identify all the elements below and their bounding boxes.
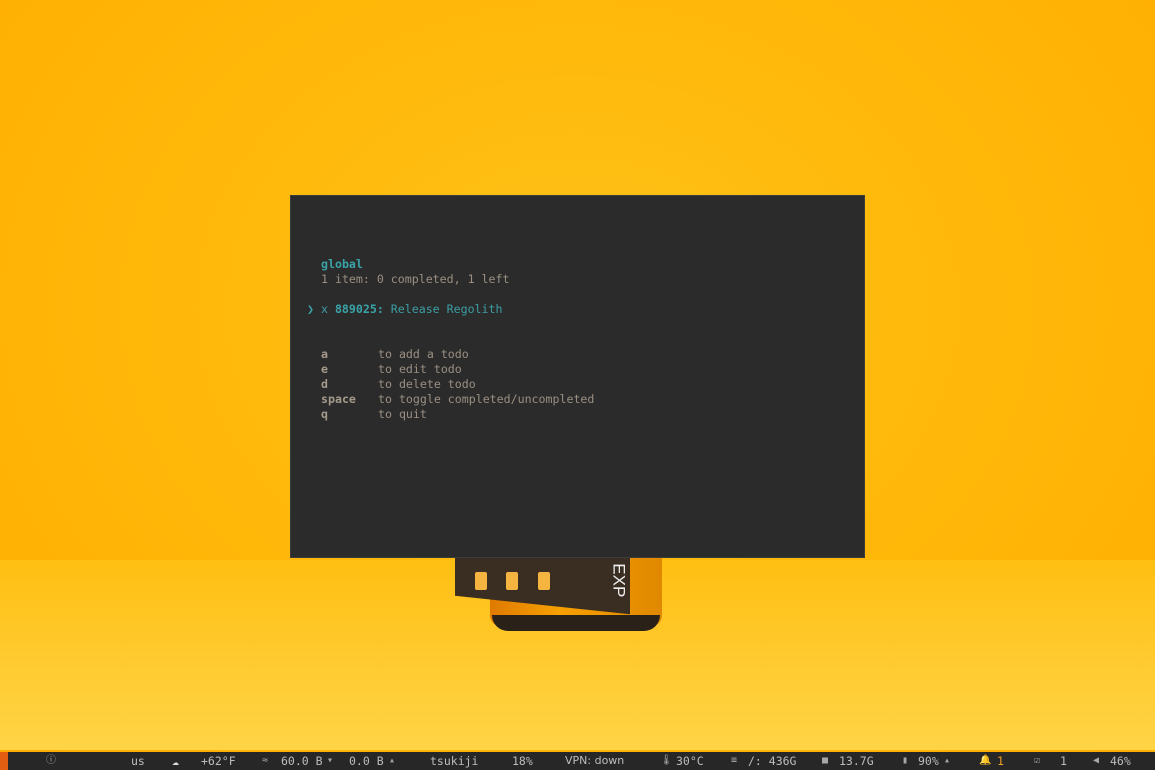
notification-count[interactable]: 1: [997, 752, 1004, 770]
terminal-window[interactable]: global 1 item: 0 completed, 1 left ❯ x 8…: [290, 195, 865, 558]
keyboard-layout[interactable]: us: [131, 752, 145, 770]
memory-usage: 13.7G: [839, 754, 874, 768]
temperature: 30°C: [676, 754, 704, 768]
memory-icon: ■: [822, 755, 829, 766]
help-key: e: [321, 362, 328, 376]
disk-usage: /: 436G: [748, 754, 797, 768]
help-desc: to add a todo: [378, 347, 469, 361]
net-up: 0.0 B: [349, 754, 384, 768]
battery-icon: ▮: [902, 755, 909, 766]
help-key: q: [321, 407, 328, 421]
todo-item[interactable]: ❯ x 889025: Release Regolith: [307, 302, 502, 317]
disk-icon: ≡: [731, 755, 738, 766]
film-hole: [475, 572, 487, 590]
wifi-icon: ≈: [262, 755, 269, 766]
help-row: e to edit todo: [321, 362, 462, 377]
film-canister-base: [492, 615, 660, 631]
info-icon[interactable]: ⓘ: [46, 752, 56, 770]
help-row: d to delete todo: [321, 377, 476, 392]
help-key: a: [321, 347, 328, 361]
help-row: space to toggle completed/uncompleted: [321, 392, 594, 407]
charging-icon: ▴: [944, 755, 951, 766]
thermometer-icon: 🌡: [660, 755, 673, 766]
film-hole: [506, 572, 518, 590]
help-desc: to delete todo: [378, 377, 476, 391]
volume-level[interactable]: 46%: [1110, 752, 1131, 770]
cpu-usage: 18%: [512, 754, 533, 768]
battery-level: 90%: [918, 754, 939, 768]
help-key: space: [321, 392, 356, 406]
weather-icon: ☁: [172, 754, 179, 768]
updates-count[interactable]: 1: [1060, 752, 1067, 770]
volume-icon[interactable]: ◀: [1093, 752, 1099, 770]
help-row: a to add a todo: [321, 347, 469, 362]
vpn-status[interactable]: VPN: down: [565, 752, 624, 770]
net-down: 60.0 B: [281, 754, 323, 768]
up-arrow-icon: ▴: [389, 755, 396, 766]
todo-id: 889025:: [334, 302, 384, 316]
todo-title: Release Regolith: [390, 302, 503, 316]
film-hole: [538, 572, 550, 590]
bell-icon[interactable]: 🔔: [979, 752, 991, 770]
workspace-indicator[interactable]: [0, 752, 8, 770]
list-summary: 1 item: 0 completed, 1 left: [321, 272, 510, 286]
hostname: tsukiji: [430, 754, 479, 768]
weather[interactable]: +62°F: [201, 752, 236, 770]
cursor-icon: ❯: [307, 302, 314, 316]
help-row: q to quit: [321, 407, 427, 422]
help-key: d: [321, 377, 328, 391]
help-desc: to quit: [378, 407, 427, 421]
down-arrow-icon: ▾: [327, 755, 334, 766]
updates-icon[interactable]: ☑: [1034, 752, 1040, 770]
status-bar: ⓘ us ☁ +62°F ≈ 60.0 B ▾ 0.0 B ▴ tsukiji …: [0, 752, 1155, 770]
help-desc: to toggle completed/uncompleted: [378, 392, 595, 406]
list-title: global: [321, 257, 363, 271]
todo-mark: x: [320, 302, 328, 316]
help-desc: to edit todo: [378, 362, 462, 376]
